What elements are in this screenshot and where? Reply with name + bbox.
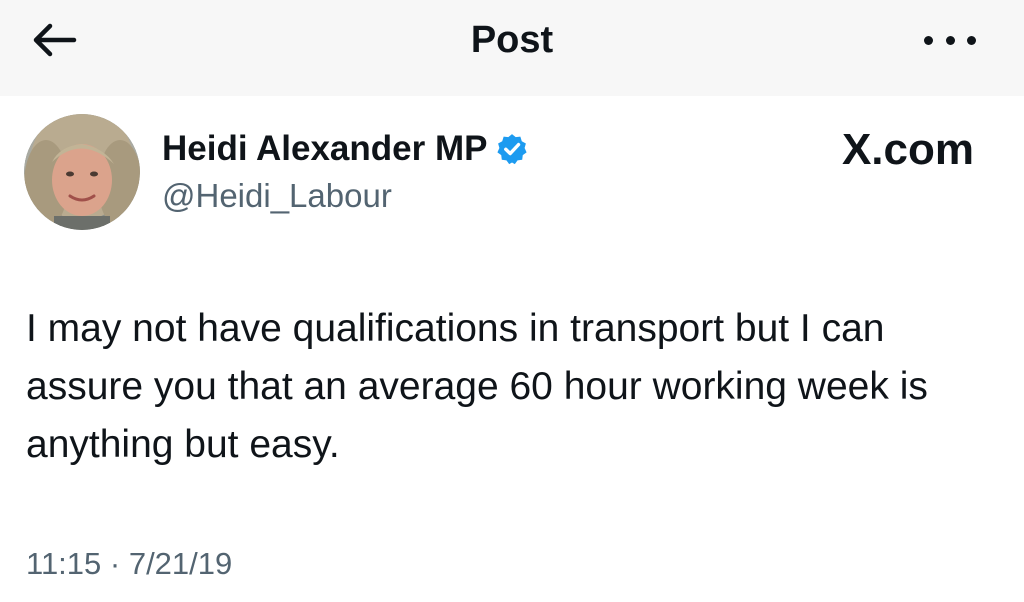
author-block: Heidi Alexander MP @Heidi_Labour [24, 114, 824, 234]
avatar[interactable] [24, 114, 140, 230]
author-handle[interactable]: @Heidi_Labour [162, 176, 392, 216]
page-title: Post [470, 19, 554, 61]
more-dot [945, 35, 955, 45]
post-page: Post Heidi Alexander MP @Heidi_Labour X.… [0, 0, 1024, 602]
post-text: I may not have qualifications in transpo… [26, 307, 928, 466]
more-horizontal-icon [924, 35, 933, 45]
verified-badge-icon [495, 132, 529, 166]
top-bar: Post [0, 0, 1024, 96]
name-row: Heidi Alexander MP [162, 128, 529, 170]
avatar-image [24, 114, 140, 230]
more-dot [967, 35, 976, 45]
more-options-button[interactable] [924, 28, 976, 52]
brand-label: X.com [841, 125, 974, 174]
post-timestamp[interactable]: 11:15 · 7/21/19 [26, 544, 232, 584]
author-display-name[interactable]: Heidi Alexander MP [162, 128, 487, 170]
